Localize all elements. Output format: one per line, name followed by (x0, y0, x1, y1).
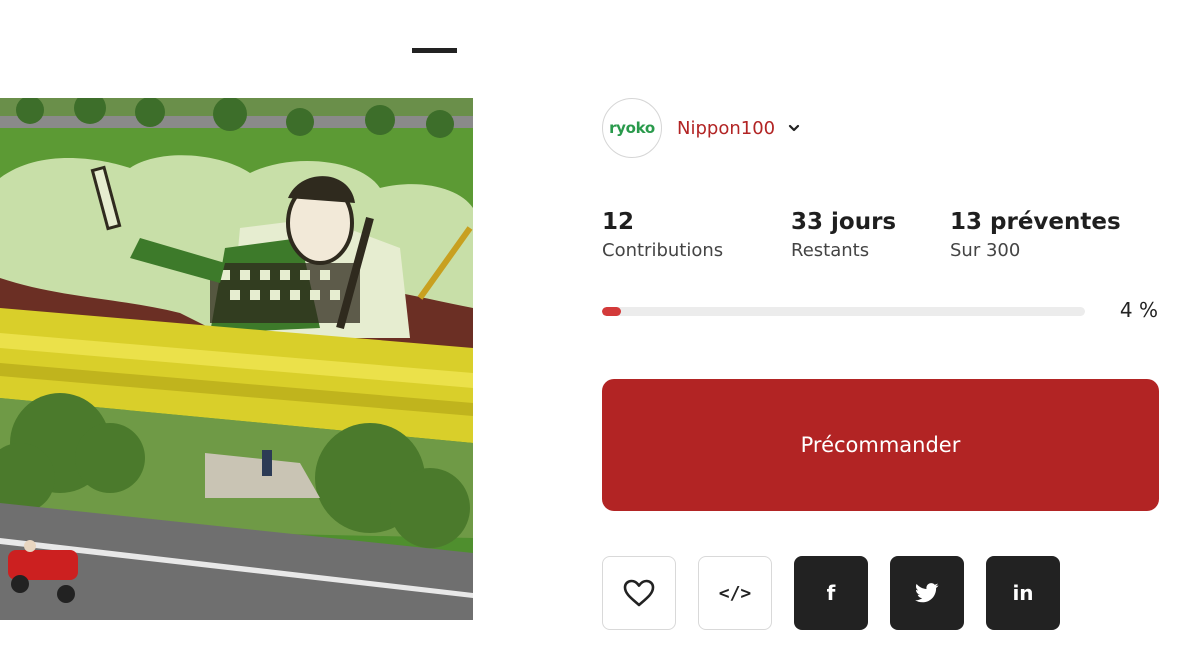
stat-label: Contributions (602, 240, 724, 261)
preorder-button[interactable]: Précommander (602, 379, 1159, 511)
like-button[interactable] (602, 556, 676, 630)
active-tab-indicator (412, 48, 457, 53)
heart-icon (623, 579, 655, 607)
chevron-down-icon[interactable] (787, 121, 801, 135)
linkedin-icon: in (1012, 581, 1034, 605)
stat-contributions: 12 Contributions (602, 207, 723, 263)
project-image (0, 98, 473, 620)
twitter-icon (915, 583, 939, 603)
creator-name[interactable]: Nippon100 (677, 118, 775, 139)
stat-label: Restants (791, 240, 870, 261)
stat-label: Sur 300 (950, 240, 1021, 261)
code-icon: </> (718, 582, 752, 604)
rice-paddy-art-illustration (0, 98, 473, 620)
stat-value: 12 (602, 209, 635, 235)
facebook-icon: f (826, 581, 836, 605)
share-linkedin-button[interactable]: in (986, 556, 1060, 630)
stat-value: 33 jours (791, 209, 897, 235)
progress-fill (602, 307, 622, 316)
stat-value: 13 préventes (950, 209, 1121, 235)
progress-percent: 4 % (1119, 298, 1158, 322)
creator-block[interactable]: ryoko Nippon100 (602, 98, 801, 158)
progress-bar (602, 307, 1085, 316)
share-facebook-button[interactable]: f (794, 556, 868, 630)
stat-presales: 13 préventes Sur 300 (950, 207, 1121, 263)
share-twitter-button[interactable] (890, 556, 964, 630)
embed-button[interactable]: </> (698, 556, 772, 630)
stat-days-left: 33 jours Restants (791, 207, 896, 263)
creator-logo-text: ryoko (609, 119, 655, 137)
creator-avatar[interactable]: ryoko (602, 98, 662, 158)
